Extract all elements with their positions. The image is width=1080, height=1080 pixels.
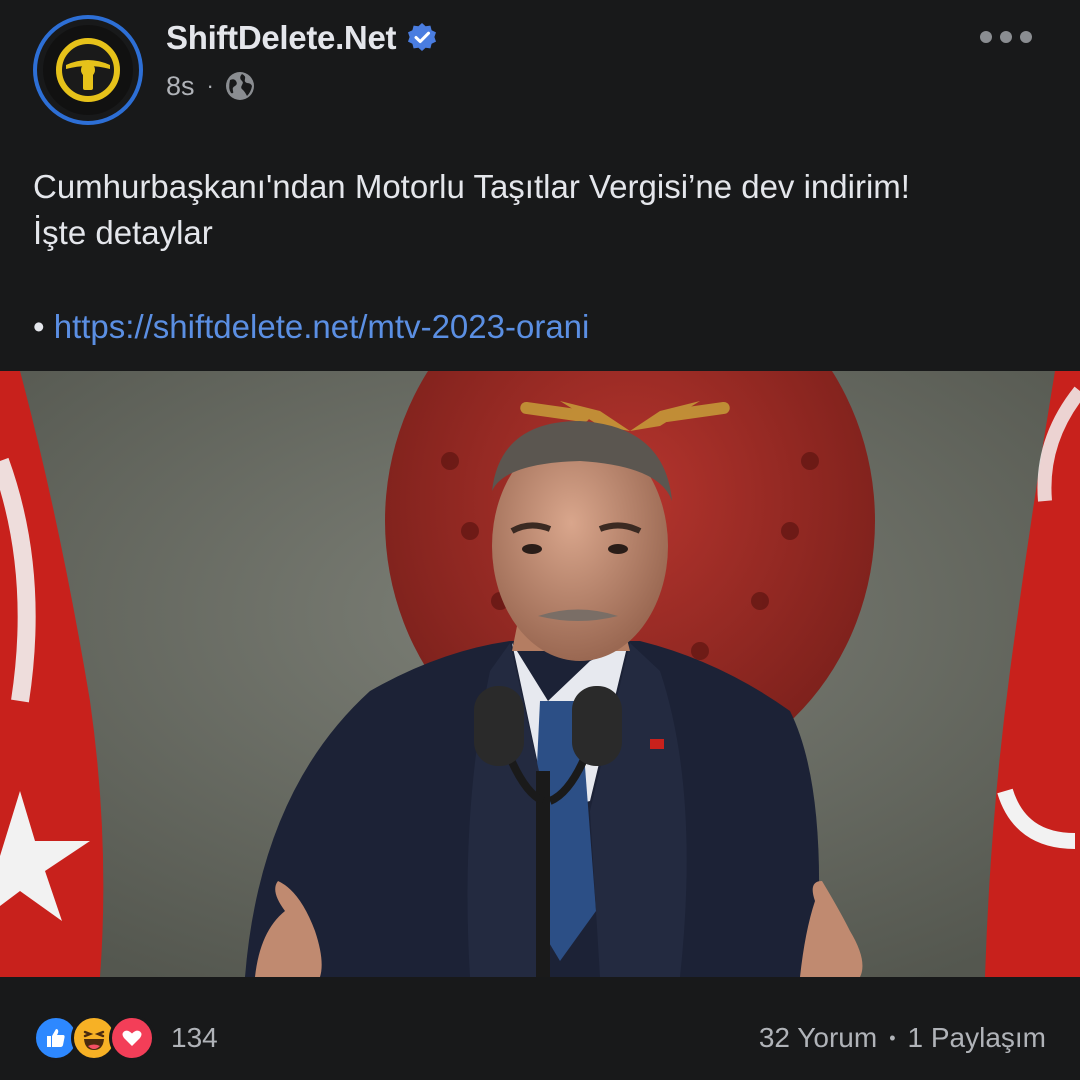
page-avatar[interactable] [33,15,143,125]
speaker-photo-illustration [0,371,1080,977]
post-link[interactable]: https://shiftdelete.net/mtv-2023-orani [54,308,590,345]
post-text: Cumhurbaşkanı'ndan Motorlu Taşıtlar Verg… [33,164,1043,256]
more-dot [980,31,992,43]
globe-icon [225,72,254,100]
more-dot [1020,31,1032,43]
post-card: ShiftDelete.Net 8s · Cumhurbaşkanı'ndan … [0,0,1080,1080]
post-photo[interactable] [0,371,1080,977]
reaction-count: 134 [171,1022,218,1053]
engagement-stats: 32 Yorum • 1 Paylaşım [759,1018,1046,1058]
shares-count-link[interactable]: 1 Paylaşım [908,1022,1047,1054]
page-name-row: ShiftDelete.Net [166,16,438,60]
verified-badge-icon [408,23,437,51]
shiftdelete-logo-icon [43,25,133,115]
post-text-line: Cumhurbaşkanı'ndan Motorlu Taşıtlar Verg… [33,168,910,205]
post-link-row: • https://shiftdelete.net/mtv-2023-orani [33,305,589,349]
page-name-link[interactable]: ShiftDelete.Net [166,19,397,57]
post-meta: 8s · [166,66,256,106]
love-icon [109,1015,155,1061]
reactions-summary[interactable]: 134 [33,1014,218,1062]
more-dot [1000,31,1012,43]
stats-separator: • [889,1027,896,1048]
meta-separator: · [206,73,214,98]
bullet: • [33,308,45,345]
comments-count-link[interactable]: 32 Yorum [759,1022,877,1054]
post-time[interactable]: 8s [166,71,195,102]
post-text-line: İşte detaylar [33,214,213,251]
more-options-icon[interactable] [980,22,1032,52]
